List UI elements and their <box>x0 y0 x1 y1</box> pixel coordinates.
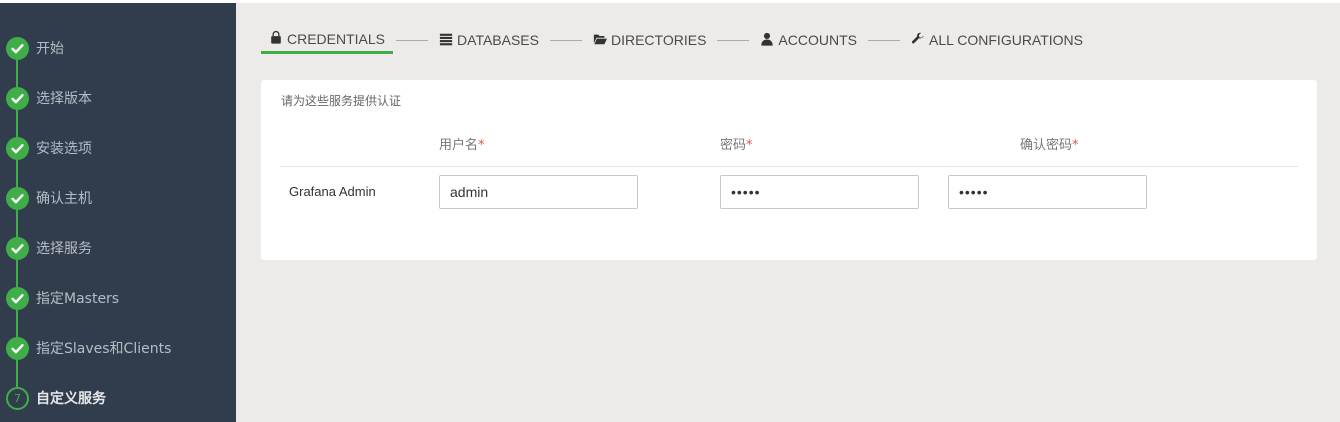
required-mark: * <box>1072 138 1079 153</box>
tab-directories[interactable]: DIRECTORIES <box>585 26 714 54</box>
step-select-version[interactable]: 选择版本 <box>0 83 236 113</box>
step-assign-masters[interactable]: 指定Masters <box>0 283 236 313</box>
tab-label: ACCOUNTS <box>778 32 857 48</box>
step-assign-slaves-clients[interactable]: 指定Slaves和Clients <box>0 333 236 363</box>
list-icon <box>439 32 457 49</box>
step-label: 指定Masters <box>36 291 120 307</box>
tab-credentials[interactable]: CREDENTIALS <box>261 26 394 54</box>
top-border <box>236 0 1340 3</box>
tab-separator <box>396 39 429 41</box>
user-icon <box>760 32 778 49</box>
tab-label: DATABASES <box>457 32 539 48</box>
confirm-header-label: 确认密码 <box>1020 138 1073 153</box>
config-tabs: CREDENTIALS DATABASES DIRECTORIES ACCOUN… <box>261 26 1091 54</box>
username-input[interactable] <box>439 175 638 209</box>
step-label: 指定Slaves和Clients <box>36 341 172 357</box>
step-confirm-hosts[interactable]: 确认主机 <box>0 183 236 213</box>
step-label: 安装选项 <box>36 141 92 157</box>
step-label: 选择版本 <box>36 91 92 107</box>
check-icon <box>6 136 29 160</box>
confirm-password-input[interactable] <box>948 175 1147 209</box>
username-column-header: 用户名* <box>439 134 485 153</box>
tab-databases[interactable]: DATABASES <box>431 26 547 54</box>
grafana-admin-label: Grafana Admin <box>289 184 376 199</box>
password-column-header: 密码* <box>720 134 753 153</box>
check-icon <box>6 286 29 310</box>
tab-accounts[interactable]: ACCOUNTS <box>752 26 865 54</box>
step-label: 自定义服务 <box>36 391 106 407</box>
check-icon <box>6 36 29 60</box>
step-label: 确认主机 <box>36 191 92 207</box>
step-install-options[interactable]: 安装选项 <box>0 133 236 163</box>
credentials-hint: 请为这些服务提供认证 <box>281 94 402 108</box>
required-mark: * <box>478 138 485 153</box>
check-icon <box>6 336 29 360</box>
username-header-label: 用户名 <box>439 138 479 153</box>
required-mark: * <box>746 138 753 153</box>
step-select-services[interactable]: 选择服务 <box>0 233 236 263</box>
step-number-badge: 7 <box>6 386 29 410</box>
tab-separator <box>549 39 582 41</box>
tab-label: CREDENTIALS <box>287 30 386 47</box>
tab-separator <box>867 39 900 41</box>
check-icon <box>6 86 29 110</box>
credentials-panel: 请为这些服务提供认证 用户名* 密码* 确认密码* Grafana Admin <box>261 80 1317 260</box>
tab-separator <box>717 39 750 41</box>
tab-all-configurations[interactable]: ALL CONFIGURATIONS <box>903 26 1091 54</box>
tab-label: DIRECTORIES <box>610 32 707 48</box>
step-start[interactable]: 开始 <box>0 33 236 63</box>
step-label: 开始 <box>36 41 64 57</box>
password-header-label: 密码 <box>720 138 747 153</box>
lock-icon <box>269 30 287 47</box>
step-label: 选择服务 <box>36 241 92 257</box>
step-customize-services[interactable]: 7 自定义服务 <box>0 383 236 413</box>
password-input[interactable] <box>720 175 919 209</box>
tab-label: ALL CONFIGURATIONS <box>928 32 1084 48</box>
check-icon <box>6 236 29 260</box>
table-divider <box>280 166 1298 167</box>
check-icon <box>6 186 29 210</box>
folder-open-icon <box>593 32 611 49</box>
confirm-password-column-header: 确认密码* <box>1020 134 1079 153</box>
wizard-sidebar: 开始 选择版本 安装选项 确认主机 选择服务 指定Masters 指定Slave… <box>0 0 236 422</box>
wrench-icon <box>911 32 929 49</box>
